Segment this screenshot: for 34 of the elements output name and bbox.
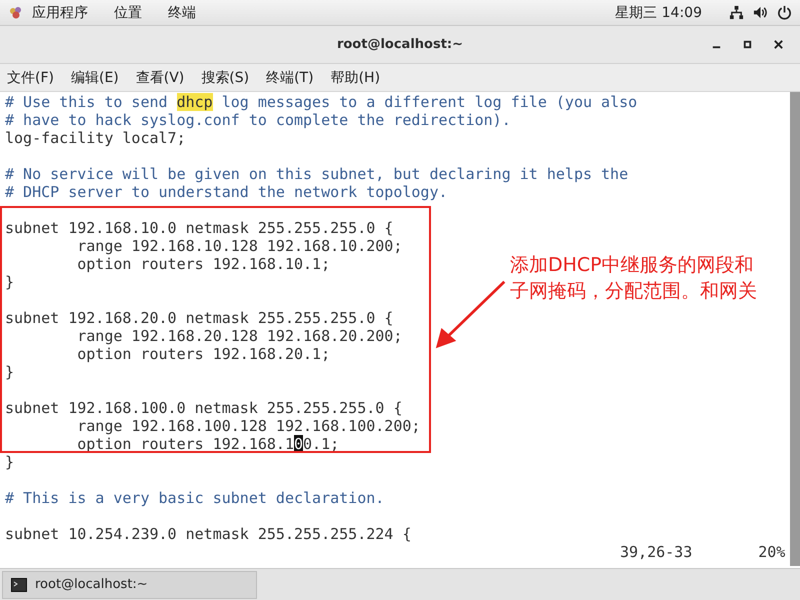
code-line: option routers 192.168.10.1; [76,255,330,273]
menu-item[interactable]: 文件(F) [7,68,54,86]
code-line: range 192.168.20.128 192.168.20.200; [76,327,402,345]
comment-line: # This is a very basic subnet declaration. [5,489,384,507]
top-menu-item[interactable]: 应用程序 [32,4,88,22]
code-line: subnet 192.168.100.0 netmask 255.255.255.0 { [5,399,402,417]
comment-line: # No service will be given on this subnet, but declaring it helps the [5,165,628,183]
scroll-percent: 20% [758,543,786,561]
code-line: range 192.168.10.128 192.168.10.200; [76,237,402,255]
code-line: } [5,273,14,291]
code-line: option routers 192.168.100.1; [76,435,340,453]
menu-item[interactable]: 编辑(E) [70,68,119,86]
top-menu-item[interactable]: 位置 [114,4,142,22]
menu-item[interactable]: 终端(T) [266,68,314,86]
menu-item[interactable]: 帮助(H) [330,68,380,86]
cursor-position: 39,26-33 [620,543,692,561]
comment-line: # Use this to send dhcp log messages to a different log file (you also [5,93,638,111]
code-line: log-facility local7; [5,129,186,147]
menu-item[interactable]: 查看(V) [136,68,184,86]
code-line: subnet 192.168.20.0 netmask 255.255.255.0 { [5,309,394,327]
comment-line: # DHCP server to understand the network topology. [5,183,448,201]
top-menu-item[interactable]: 终端 [168,4,196,22]
code-line: option routers 192.168.20.1; [76,345,330,363]
menu-item[interactable]: 搜索(S) [201,68,250,86]
code-line: } [5,363,14,381]
clock[interactable]: 星期三 14:09 [615,4,702,22]
code-line: subnet 192.168.10.0 netmask 255.255.255.0 { [5,219,394,237]
comment-line: # have to hack syslog.conf to complete the redirection). [5,111,511,129]
annotation-text: 添加DHCP中继服务的网段和子网掩码，分配范围。和网关 [510,253,758,304]
code-line: range 192.168.100.128 192.168.100.200; [76,417,420,435]
window-title: root@localhost:~ [336,37,464,52]
code-line: subnet 10.254.239.0 netmask 255.255.255.224 { [5,525,412,543]
taskbar-button[interactable]: root@localhost:~ [2,570,257,598]
code-line: } [5,453,14,471]
